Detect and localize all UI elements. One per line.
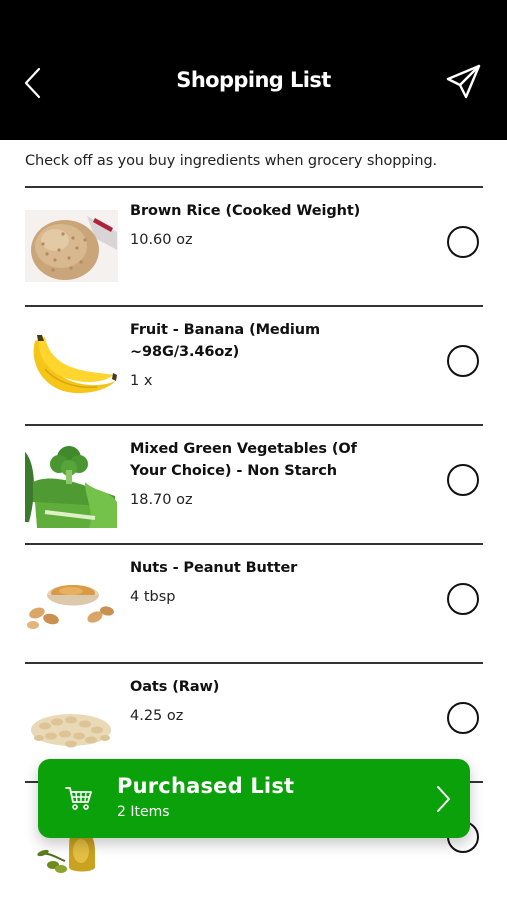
item-quantity: 18.70 oz (130, 492, 193, 508)
item-name: Fruit - Banana (Medium ~98G/3.46oz) (130, 322, 321, 360)
item-name: Nuts - Peanut Butter (130, 560, 298, 576)
send-button[interactable] (444, 62, 484, 102)
item-quantity: 4 tbsp (130, 589, 176, 605)
purchased-item-count: 2 Items (117, 804, 170, 820)
list-item: Mixed Green Vegetables (Of Your Choice) … (25, 426, 483, 545)
purchased-list-title: Purchased List (117, 774, 295, 798)
purchased-list-button[interactable]: Purchased List 2 Items (38, 759, 470, 838)
item-name: Brown Rice (Cooked Weight) (130, 203, 361, 219)
green-vegetables-image (25, 442, 118, 530)
item-checkbox[interactable] (447, 583, 479, 615)
peanut-butter-image (25, 567, 118, 639)
item-quantity: 10.60 oz (130, 232, 193, 248)
item-checkbox[interactable] (447, 702, 479, 734)
list-item: Nuts - Peanut Butter 4 tbsp (25, 545, 483, 664)
item-name: Mixed Green Vegetables (Of Your Choice) … (130, 441, 357, 479)
item-checkbox[interactable] (447, 345, 479, 377)
item-checkbox[interactable] (447, 226, 479, 258)
page-title: Shopping List (176, 68, 331, 92)
paper-plane-icon (446, 64, 481, 99)
brown-rice-image (25, 210, 118, 282)
oats-image (25, 686, 118, 758)
banana-image (25, 329, 118, 401)
cart-icon (65, 787, 92, 810)
item-name: Oats (Raw) (130, 679, 220, 695)
item-quantity: 4.25 oz (130, 708, 184, 724)
item-checkbox[interactable] (447, 464, 479, 496)
item-quantity: 1 x (130, 373, 153, 389)
chevron-right-icon (437, 786, 450, 812)
list-item: Fruit - Banana (Medium ~98G/3.46oz) 1 x (25, 307, 483, 426)
list-item: Brown Rice (Cooked Weight) 10.60 oz (25, 188, 483, 307)
header-bar: Shopping List (0, 0, 507, 140)
instructions-text: Check off as you buy ingredients when gr… (25, 153, 438, 169)
shopping-list-screen: Shopping List Check off as you buy ingre… (0, 0, 507, 900)
